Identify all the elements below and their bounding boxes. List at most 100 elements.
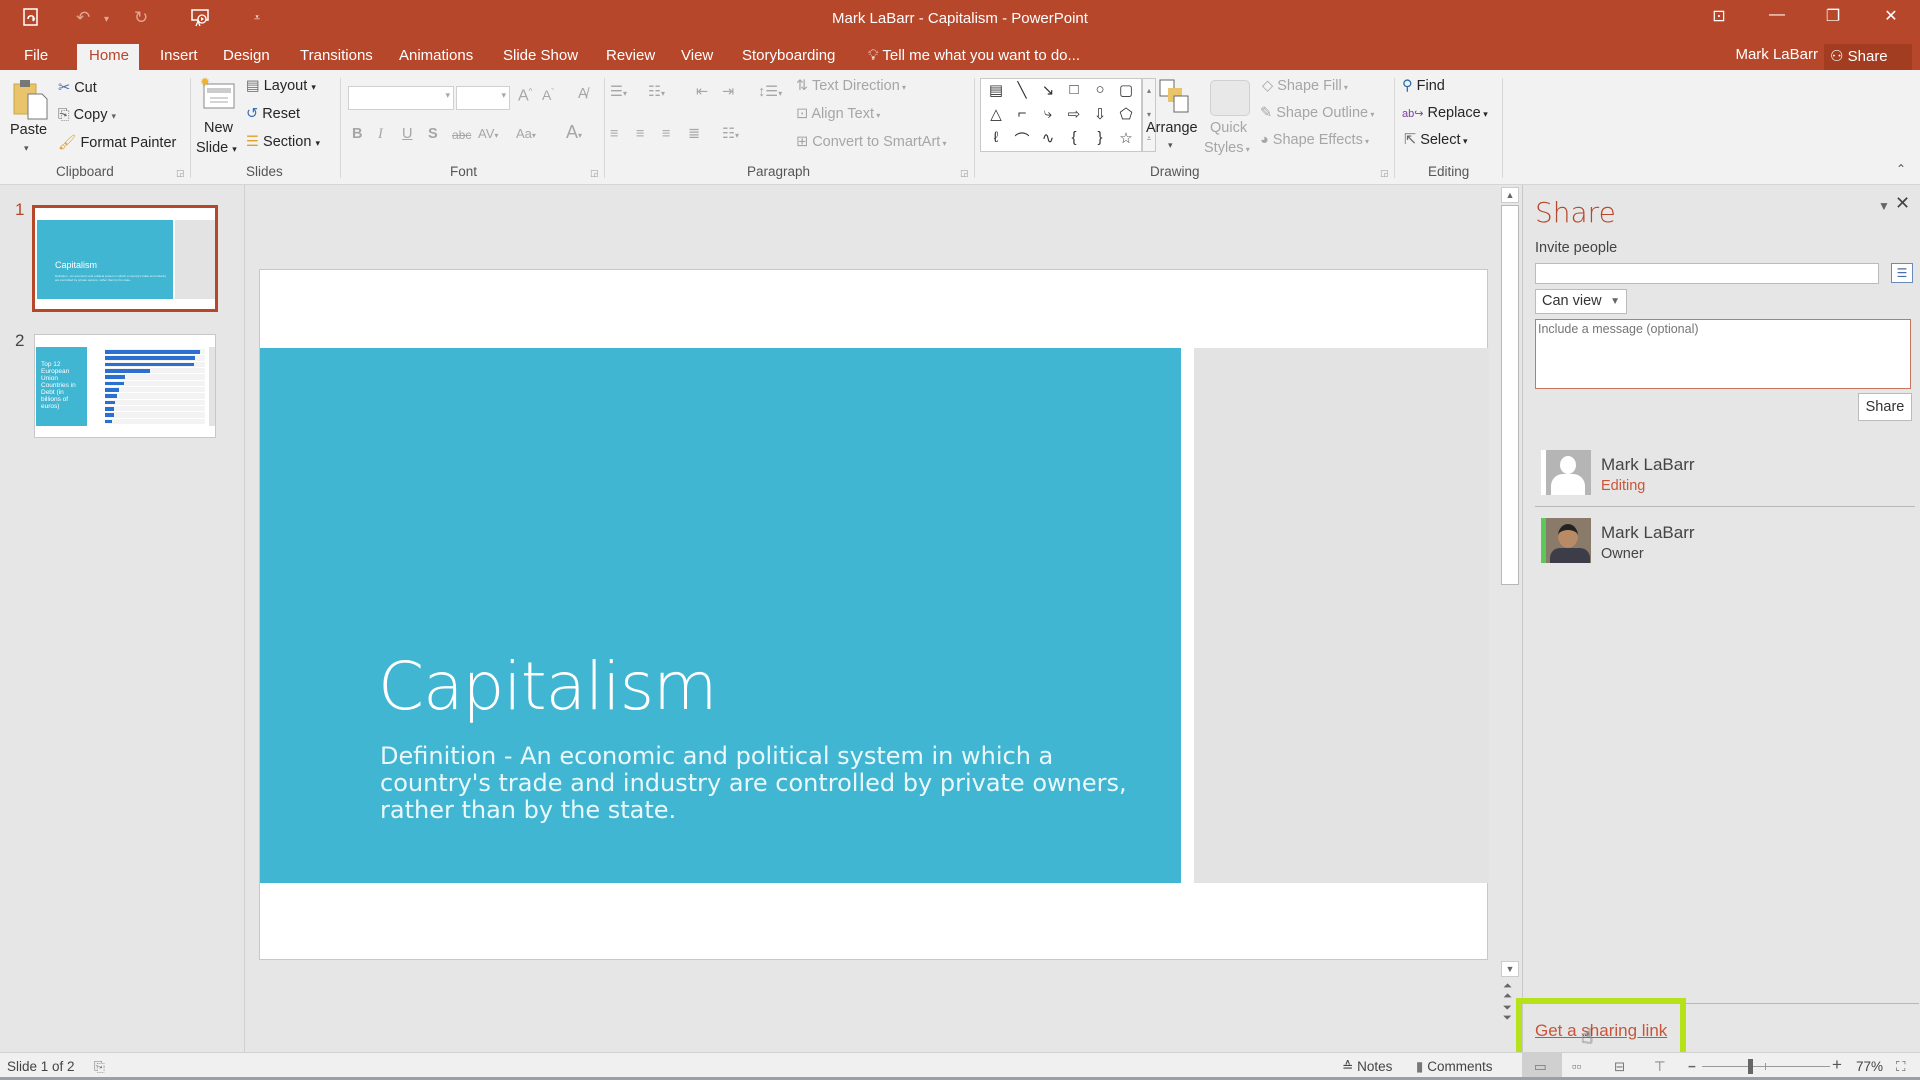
chevron-down-icon[interactable]: ▾ (445, 90, 450, 101)
zoom-slider[interactable] (1702, 1059, 1830, 1074)
vertical-scrollbar[interactable]: ▲ ▼ ⏶ ⏶ ⏷ ⏷ (1500, 185, 1520, 1052)
text-direction-button[interactable]: ⇅ Text Direction ▾ (796, 78, 906, 94)
zoom-level[interactable]: 77% (1856, 1059, 1883, 1074)
left-brace-shape-icon[interactable]: { (1063, 129, 1085, 146)
layout-button[interactable]: ▤ Layout ▾ (246, 78, 316, 94)
flowchart-shape-icon[interactable]: ⬠ (1115, 105, 1137, 123)
elbow-arrow-shape-icon[interactable]: ⤷ (1037, 105, 1059, 122)
triangle-shape-icon[interactable]: △ (985, 105, 1007, 123)
tab-storyboarding[interactable]: Storyboarding (732, 44, 845, 70)
get-sharing-link[interactable]: Get a sharing link (1535, 1021, 1667, 1041)
new-slide-button[interactable]: ✹ (198, 75, 238, 117)
arc-shape-icon[interactable]: ⌒ (1011, 129, 1033, 150)
scroll-up-icon[interactable]: ▲ (1501, 187, 1519, 203)
slide-canvas[interactable]: Capitalism Definition - An economic and … (259, 269, 1489, 960)
grow-font-icon[interactable]: A^ (518, 87, 532, 105)
tab-design[interactable]: Design (213, 44, 280, 70)
text-shadow-button[interactable]: S (428, 126, 438, 142)
shape-outline-button[interactable]: ✎ Shape Outline ▾ (1260, 105, 1374, 121)
collapse-ribbon-icon[interactable]: ⌃ (1896, 162, 1906, 176)
down-arrow-shape-icon[interactable]: ⇩ (1089, 105, 1111, 123)
tab-slide-show[interactable]: Slide Show (493, 44, 588, 70)
slide-title[interactable]: Capitalism (378, 648, 717, 725)
bold-button[interactable]: B (352, 126, 362, 142)
spell-check-icon[interactable]: ⎘ (94, 1059, 105, 1075)
character-spacing-button[interactable]: AV▾ (478, 126, 498, 141)
convert-smartart-button[interactable]: ⊞ Convert to SmartArt ▾ (796, 134, 947, 150)
shape-effects-button[interactable]: ◕ Shape Effects ▾ (1260, 132, 1369, 148)
paste-button[interactable] (12, 78, 48, 125)
tab-insert[interactable]: Insert (150, 44, 208, 70)
right-arrow-shape-icon[interactable]: ⇨ (1063, 105, 1085, 123)
slide-sorter-icon[interactable]: ▫▫ (1572, 1059, 1582, 1074)
notes-button[interactable]: ≙ Notes (1342, 1059, 1392, 1075)
rectangle-shape-icon[interactable]: □ (1063, 81, 1085, 98)
drawing-launcher-icon[interactable]: ◲ (1380, 168, 1389, 179)
fit-to-window-icon[interactable]: ⛶ (1896, 1059, 1905, 1075)
quick-styles-icon[interactable] (1210, 80, 1250, 116)
scroll-down-icon[interactable]: ▼ (1501, 961, 1519, 977)
arrange-button[interactable] (1156, 78, 1192, 121)
star-shape-icon[interactable]: ☆ (1115, 129, 1137, 147)
shrink-font-icon[interactable]: Aˇ (542, 87, 554, 103)
right-brace-shape-icon[interactable]: } (1089, 129, 1111, 146)
underline-button[interactable]: U (402, 126, 412, 142)
justify-icon[interactable]: ≣ (688, 126, 700, 142)
tab-file[interactable]: File (14, 44, 58, 70)
format-painter-button[interactable]: 🖌︎ Format Painter (58, 134, 176, 151)
arrow-shape-icon[interactable]: ↘ (1037, 81, 1059, 99)
person-list-item[interactable]: Mark LaBarr Editing (1535, 450, 1915, 502)
minimize-icon[interactable]: — (1762, 6, 1792, 24)
tab-review[interactable]: Review (596, 44, 665, 70)
font-name-combo[interactable]: ▾ (348, 86, 454, 110)
numbering-button[interactable]: ☷▾ (648, 84, 665, 100)
comments-button[interactable]: ▮ Comments (1416, 1059, 1492, 1075)
tab-home[interactable]: Home (77, 44, 139, 70)
person-list-item[interactable]: Mark LaBarr Owner (1535, 518, 1915, 570)
align-right-icon[interactable]: ≡ (662, 126, 670, 142)
copy-dropdown-icon[interactable]: ▾ (112, 111, 117, 121)
rounded-rectangle-shape-icon[interactable]: ▢ (1115, 81, 1137, 99)
slide-thumbnail-1[interactable]: Capitalism Definition - An economic and … (32, 205, 218, 312)
decrease-indent-icon[interactable]: ⇤ (696, 84, 708, 100)
next-slide-icon[interactable]: ⏷ ⏷ (1503, 1003, 1512, 1024)
font-launcher-icon[interactable]: ◲ (590, 168, 599, 179)
zoom-slider-thumb[interactable] (1747, 1059, 1753, 1074)
align-left-icon[interactable]: ≡ (610, 126, 618, 142)
columns-icon[interactable]: ☷▾ (722, 126, 739, 142)
section-button[interactable]: ☰ Section ▾ (246, 134, 320, 150)
change-case-button[interactable]: Aa▾ (516, 126, 536, 141)
align-center-icon[interactable]: ≡ (636, 126, 644, 142)
new-slide-label-2[interactable]: Slide ▾ (196, 140, 237, 156)
find-button[interactable]: ⚲ Find (1402, 78, 1445, 94)
align-text-button[interactable]: ⊡ Align Text ▾ (796, 106, 880, 122)
ribbon-display-options-icon[interactable]: ⊡ (1704, 6, 1734, 26)
tab-animations[interactable]: Animations (389, 44, 483, 70)
reset-button[interactable]: ↺ Reset (246, 106, 300, 122)
share-send-button[interactable]: Share (1858, 393, 1912, 421)
share-button-top[interactable]: ⚇ Share (1824, 44, 1912, 70)
italic-button[interactable]: I (378, 126, 383, 143)
cut-button[interactable]: ✂ Cut (58, 80, 97, 96)
tell-me-box[interactable]: 💡︎ Tell me what you want to do... (858, 44, 1090, 70)
slide-thumbnail-2[interactable]: Top 12 European Union Countries in Debt … (34, 334, 216, 438)
select-button[interactable]: ⇱ Select ▾ (1404, 132, 1468, 148)
message-textarea[interactable] (1535, 319, 1911, 389)
text-box-shape-icon[interactable]: ▤ (985, 81, 1007, 99)
elbow-connector-shape-icon[interactable]: ⌐ (1011, 105, 1033, 122)
scrollbar-thumb[interactable] (1501, 205, 1519, 585)
paste-dropdown-icon[interactable]: ▾ (24, 143, 29, 154)
slide-show-view-icon[interactable]: ⊤ (1654, 1059, 1666, 1075)
reading-view-icon[interactable]: ⊟ (1614, 1059, 1625, 1075)
invite-people-input[interactable] (1535, 263, 1879, 284)
increase-indent-icon[interactable]: ⇥ (722, 84, 734, 100)
clipboard-launcher-icon[interactable]: ◲ (176, 168, 185, 179)
shape-fill-button[interactable]: ◇ Shape Fill ▾ (1262, 78, 1348, 94)
strikethrough-button[interactable]: abc (452, 128, 471, 142)
tab-transitions[interactable]: Transitions (290, 44, 383, 70)
close-icon[interactable]: ✕ (1876, 6, 1906, 26)
pane-options-icon[interactable]: ▼ (1878, 199, 1890, 213)
previous-slide-icon[interactable]: ⏶ ⏶ (1503, 981, 1512, 1002)
close-pane-icon[interactable]: ✕ (1895, 193, 1910, 214)
permission-dropdown[interactable]: Can view ▼ (1535, 289, 1627, 314)
